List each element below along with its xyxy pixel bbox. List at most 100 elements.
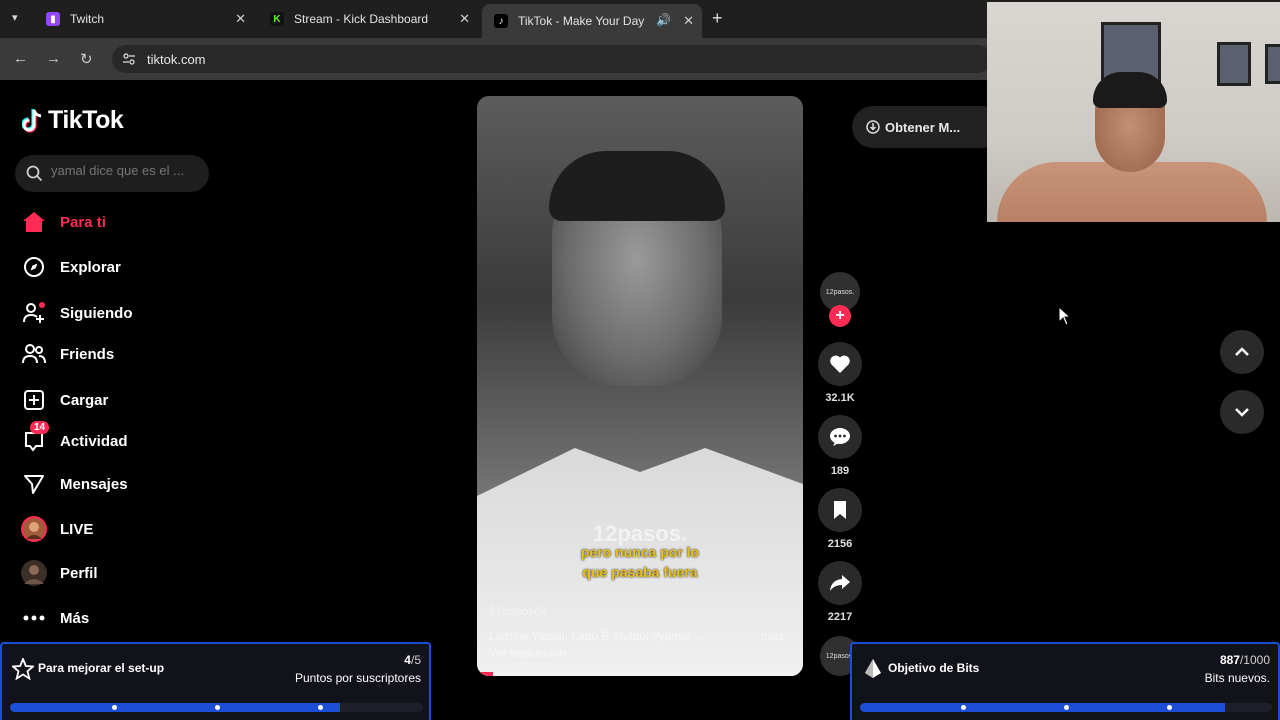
previous-video-button[interactable]: [1220, 330, 1264, 374]
tab-tiktok[interactable]: ♪ TikTok - Make Your Day 🔊 ✕: [482, 4, 702, 38]
goal-milestone-dot: [318, 705, 323, 710]
share-icon[interactable]: [818, 561, 862, 605]
sidebar-item-explorar[interactable]: Explorar: [20, 252, 121, 282]
heart-icon[interactable]: [818, 342, 862, 386]
mouse-cursor-icon: [1058, 306, 1072, 326]
sidebar-item-mas[interactable]: Más: [20, 603, 89, 633]
description-more-link[interactable]: más: [761, 629, 784, 643]
search-input[interactable]: [51, 163, 201, 178]
video-progress-bar[interactable]: [477, 672, 803, 676]
video-caption-line: pero nunca por lo: [580, 544, 700, 560]
activity-icon: 14: [20, 421, 50, 455]
tab-list-dropdown-icon[interactable]: ▾: [12, 11, 18, 24]
reload-icon[interactable]: ↻: [80, 50, 93, 68]
get-app-icon: [866, 120, 880, 134]
goal-milestone-dot: [215, 705, 220, 710]
goal-current: 4: [404, 653, 411, 667]
tab-label: TikTok - Make Your Day: [518, 14, 645, 28]
search-box[interactable]: [15, 155, 209, 192]
kick-icon: K: [270, 12, 284, 26]
bits-goal-widget: Objetivo de Bits 887/1000 Bits nuevos.: [850, 642, 1280, 720]
video-subject-hair: [549, 151, 725, 221]
speaker-icon[interactable]: 🔊: [656, 13, 671, 27]
share-action[interactable]: 2217: [818, 561, 862, 623]
follow-plus-icon[interactable]: +: [829, 305, 851, 327]
see-translation-link[interactable]: Ver traducción: [489, 646, 566, 660]
save-count: 2156: [827, 538, 853, 550]
site-settings-icon[interactable]: [122, 52, 136, 66]
search-icon: [26, 165, 43, 182]
tab-label: Twitch: [70, 12, 105, 26]
sidebar-item-label: Friends: [60, 345, 115, 363]
next-video-button[interactable]: [1220, 390, 1264, 434]
tab-label: Stream - Kick Dashboard: [294, 12, 429, 26]
live-icon: [20, 515, 48, 543]
goal-count: 4/5: [404, 653, 421, 667]
like-count: 32.1K: [825, 392, 855, 404]
video-caption-line: que pasaba fuera: [582, 564, 698, 580]
get-app-label: Obtener M...: [885, 119, 961, 135]
new-tab-icon[interactable]: +: [712, 8, 723, 29]
chevron-up-icon: [1235, 347, 1249, 356]
subscriber-goal-widget: Para mejorar el set-up 4/5 Puntos por su…: [0, 642, 431, 720]
tab-twitch[interactable]: ▮ Twitch ✕: [34, 4, 254, 34]
goal-title: Objetivo de Bits: [888, 661, 980, 675]
sidebar-item-label: Siguiendo: [60, 304, 133, 322]
sidebar-item-label: Cargar: [60, 391, 109, 409]
sidebar-item-actividad[interactable]: 14 Actividad: [20, 421, 128, 456]
close-tab-icon[interactable]: ✕: [235, 11, 246, 27]
logo-text: TikTok: [48, 106, 124, 134]
sidebar-item-label: Para ti: [60, 213, 106, 231]
get-app-button[interactable]: Obtener M...: [852, 106, 1002, 148]
sidebar-item-label: Mensajes: [60, 475, 128, 493]
goal-milestone-dot: [112, 705, 117, 710]
close-tab-icon[interactable]: ✕: [459, 11, 470, 27]
goal-target: /1000: [1239, 653, 1270, 667]
back-icon[interactable]: ←: [13, 50, 28, 67]
video-player[interactable]: 12pasos. pero nunca por lo que pasaba fu…: [477, 96, 803, 676]
sidebar-item-label: Más: [60, 609, 90, 627]
sidebar-item-siguiendo[interactable]: Siguiendo: [20, 298, 133, 328]
address-bar[interactable]: tiktok.com: [112, 45, 992, 73]
sidebar-item-live[interactable]: LIVE: [20, 514, 93, 544]
goal-milestone-dot: [1167, 705, 1172, 710]
star-icon: [12, 658, 34, 680]
sidebar-item-perfil[interactable]: Perfil: [20, 558, 98, 588]
wall-picture-frame: [1217, 42, 1251, 86]
goal-milestone-dot: [1064, 705, 1069, 710]
sidebar-item-mensajes[interactable]: Mensajes: [20, 469, 128, 499]
bits-gem-icon: [865, 659, 881, 678]
bookmark-icon[interactable]: [818, 488, 862, 532]
sidebar-item-label: Explorar: [60, 258, 121, 276]
like-action[interactable]: 32.1K: [818, 342, 862, 404]
more-icon: [20, 604, 48, 632]
goal-current: 887: [1219, 653, 1240, 667]
save-action[interactable]: 2156: [818, 488, 862, 550]
tab-kick-dashboard[interactable]: K Stream - Kick Dashboard ✕: [258, 4, 478, 34]
goal-milestone-dot: [961, 705, 966, 710]
url-text: tiktok.com: [147, 52, 206, 67]
twitch-icon: ▮: [46, 12, 60, 26]
goal-subtitle: Bits nuevos.: [1204, 671, 1270, 685]
goal-subtitle: Puntos por suscriptores: [294, 671, 421, 685]
forward-icon[interactable]: →: [46, 50, 61, 67]
video-author[interactable]: 12pasosok: [489, 604, 547, 618]
tiktok-logo-icon: [22, 108, 42, 133]
goal-progress-fill: [10, 703, 341, 712]
sidebar-item-label: Perfil: [60, 564, 98, 582]
sidebar-item-label: Actividad: [60, 432, 128, 450]
compass-icon: [20, 253, 48, 281]
video-progress-fill: [477, 672, 494, 676]
sidebar-item-friends[interactable]: Friends: [20, 339, 114, 369]
sidebar-item-label: LIVE: [60, 520, 94, 538]
wall-picture-frame: [1265, 44, 1280, 84]
profile-icon: [20, 559, 48, 587]
goal-title: Para mejorar el set-up: [38, 661, 165, 675]
sidebar-item-cargar[interactable]: Cargar: [20, 385, 108, 415]
sidebar-item-para-ti[interactable]: Para ti: [20, 207, 106, 237]
tiktok-logo[interactable]: TikTok: [22, 106, 124, 135]
close-tab-icon[interactable]: ✕: [683, 13, 694, 29]
comment-action[interactable]: 189: [818, 415, 862, 477]
activity-badge: 14: [30, 421, 50, 434]
comment-icon[interactable]: [818, 415, 862, 459]
